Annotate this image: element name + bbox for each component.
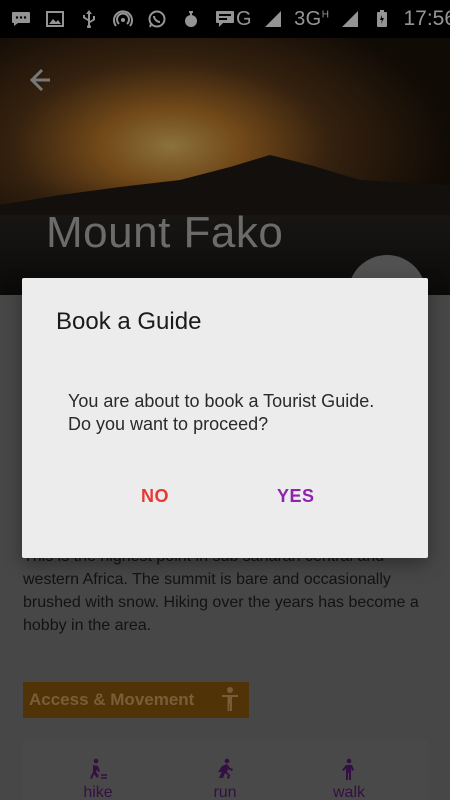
- dialog-title: Book a Guide: [56, 308, 202, 335]
- book-guide-dialog: Book a Guide You are about to book a Tou…: [22, 278, 428, 558]
- yes-button[interactable]: YES: [277, 486, 315, 507]
- no-button[interactable]: NO: [141, 486, 169, 507]
- dialog-message: You are about to book a Tourist Guide. D…: [68, 391, 375, 434]
